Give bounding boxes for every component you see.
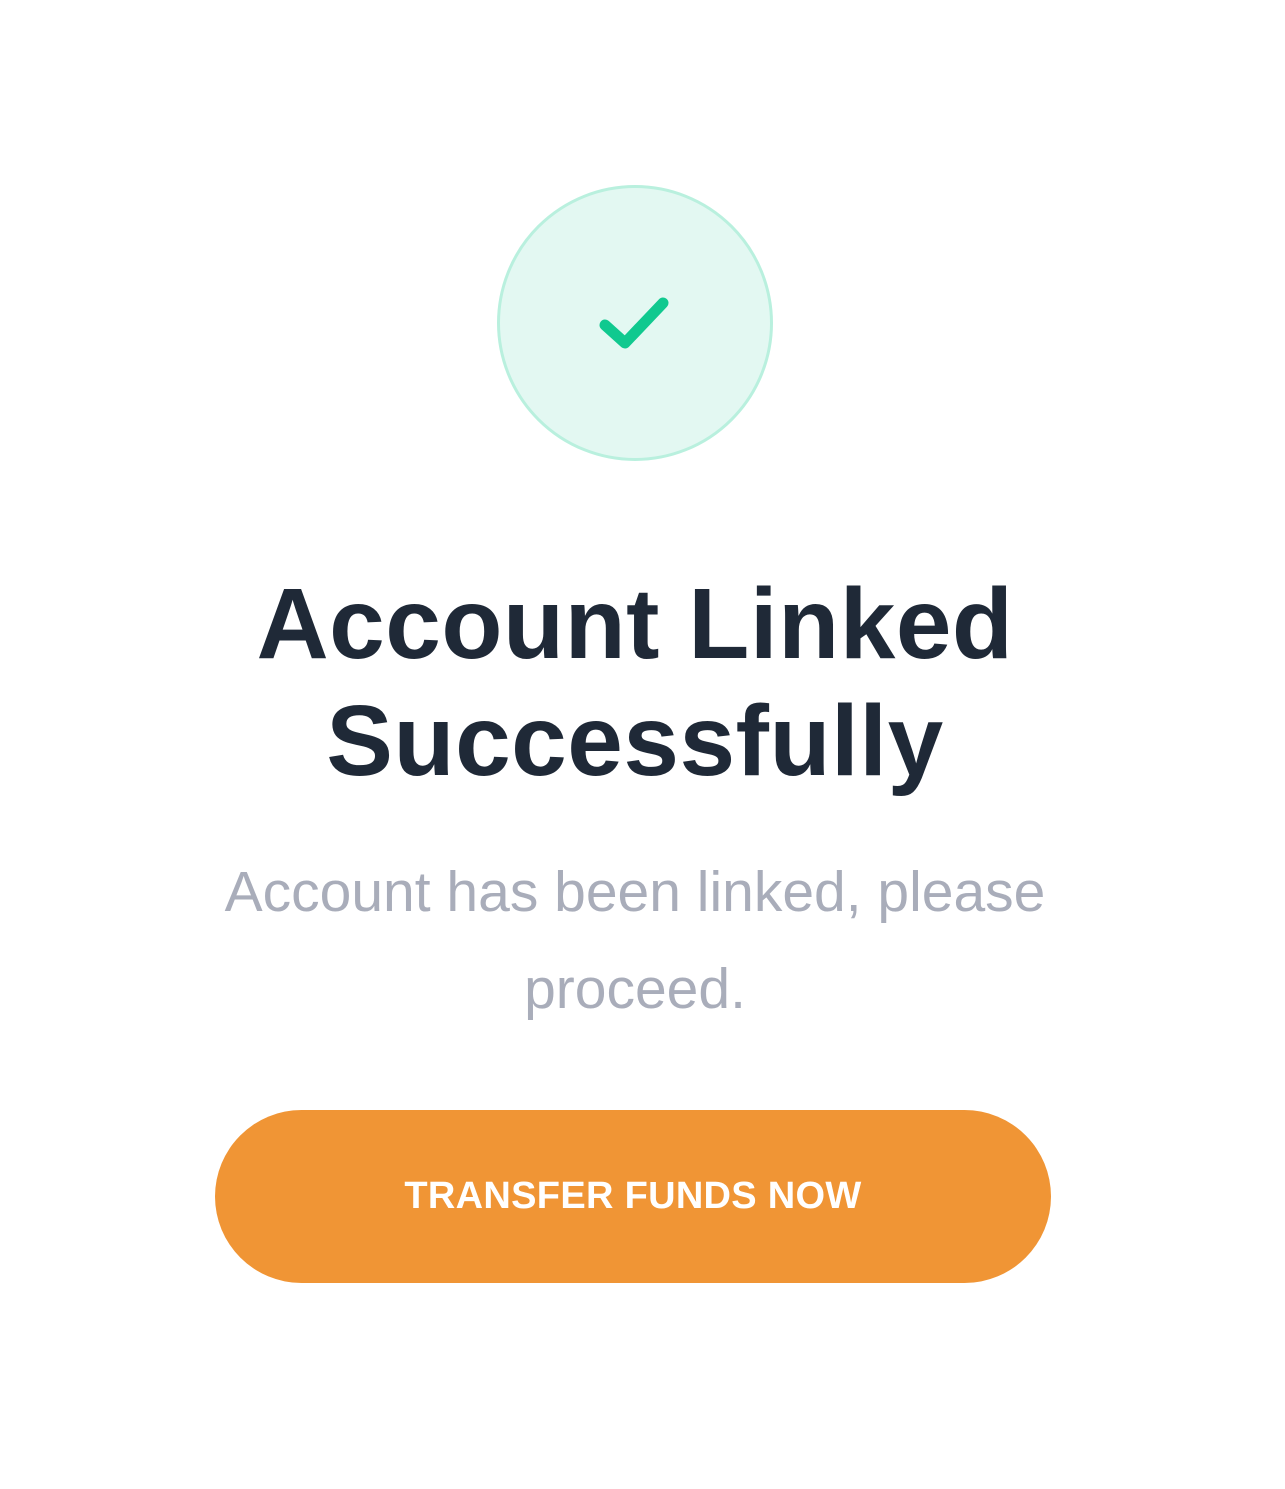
page-title: Account Linked Successfully (0, 566, 1270, 800)
check-icon (599, 297, 669, 349)
success-screen: Account Linked Successfully Account has … (0, 0, 1285, 1489)
page-title-line-1: Account Linked (256, 568, 1014, 680)
transfer-funds-button[interactable]: TRANSFER FUNDS NOW (215, 1110, 1051, 1283)
success-badge (497, 185, 773, 461)
transfer-funds-button-label: TRANSFER FUNDS NOW (404, 1175, 862, 1217)
page-title-line-2: Successfully (326, 685, 944, 797)
success-message: Account has been linked, please proceed. (224, 860, 1046, 1021)
